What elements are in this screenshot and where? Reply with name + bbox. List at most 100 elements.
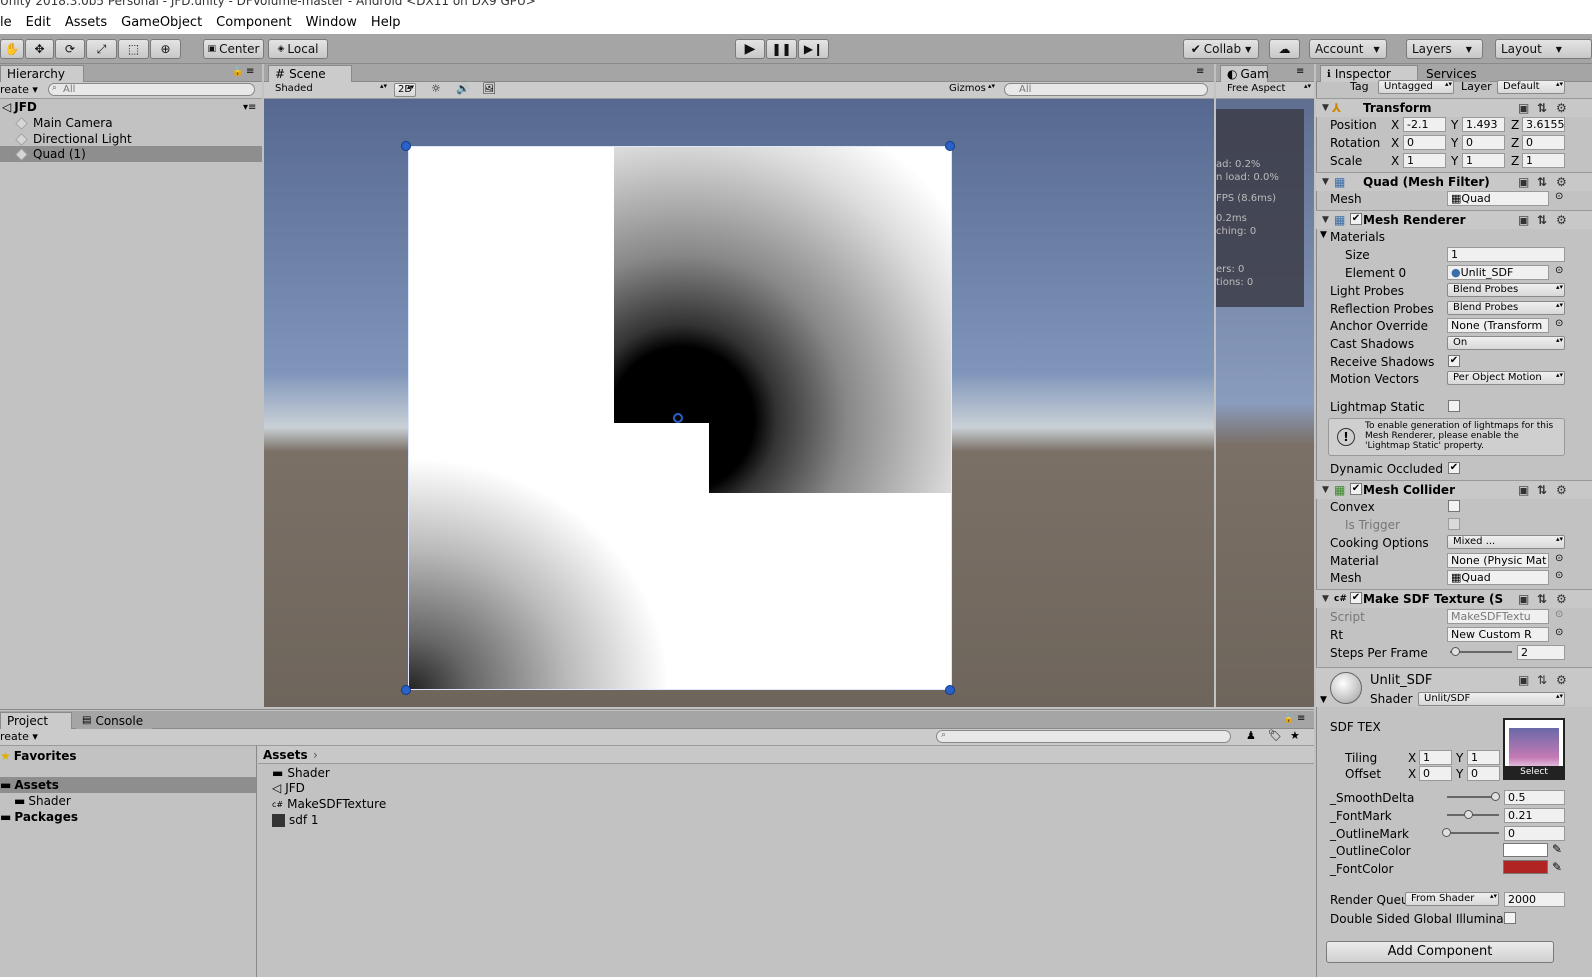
audio-icon[interactable]: 🔊 xyxy=(456,82,470,95)
object-picker-icon[interactable]: ⊙ xyxy=(1555,570,1563,581)
preset-icon[interactable]: ⇅ xyxy=(1537,175,1547,189)
gear-icon[interactable]: ⚙ xyxy=(1556,213,1567,227)
project-search[interactable] xyxy=(936,730,1231,743)
cast-shadows-dropdown[interactable]: On xyxy=(1447,336,1565,350)
object-picker-icon[interactable]: ⊙ xyxy=(1555,318,1563,329)
file-item-makesdftexture[interactable]: c# MakeSDFTexture xyxy=(272,796,472,812)
tag-dropdown[interactable]: Untagged xyxy=(1378,80,1454,94)
menu-edit[interactable]: Edit xyxy=(26,15,51,30)
help-icon[interactable]: ▣ xyxy=(1518,213,1529,227)
texture-slot[interactable]: Select xyxy=(1503,718,1565,780)
receive-shadows-checkbox[interactable]: ✔ xyxy=(1448,355,1460,367)
gear-icon[interactable]: ⚙ xyxy=(1556,101,1567,115)
rect-handle-bottom-right[interactable] xyxy=(945,685,955,695)
pause-button[interactable]: ❚❚ xyxy=(766,39,797,59)
rotation-z-field[interactable]: 0 xyxy=(1522,135,1565,150)
menu-help[interactable]: Help xyxy=(371,15,401,30)
favorites-item[interactable]: ★ Favorites xyxy=(0,748,256,764)
assets-folder-item[interactable]: ▬ Assets xyxy=(0,777,256,793)
mode-2d-toggle[interactable]: 2D xyxy=(394,83,416,97)
outline-mark-slider-track[interactable] xyxy=(1447,832,1499,834)
steps-field[interactable]: 2 xyxy=(1517,645,1565,660)
gizmos-dropdown[interactable]: Gizmos xyxy=(944,83,996,97)
tab-console[interactable]: ▤ Console xyxy=(76,712,152,729)
hierarchy-item-main-camera[interactable]: Main Camera xyxy=(0,115,262,131)
hierarchy-item-quad[interactable]: Quad (1) xyxy=(0,146,262,162)
hierarchy-search[interactable]: All xyxy=(48,83,255,96)
preset-icon[interactable]: ⇅ xyxy=(1537,673,1547,687)
file-item-jfd[interactable]: ◁ JFD xyxy=(272,780,472,796)
tab-scene[interactable]: # Scene xyxy=(268,65,352,82)
preset-icon[interactable]: ⇅ xyxy=(1537,483,1547,497)
preset-icon[interactable]: ⇅ xyxy=(1537,213,1547,227)
smooth-delta-field[interactable]: 0.5 xyxy=(1504,790,1565,805)
lock-icon[interactable]: 🔒 xyxy=(232,67,243,77)
scale-z-field[interactable]: 1 xyxy=(1522,153,1565,168)
rt-field[interactable]: New Custom R xyxy=(1447,627,1549,642)
eyedropper-icon[interactable]: ✎ xyxy=(1552,860,1562,874)
menu-icon[interactable]: ≡ xyxy=(1297,713,1305,724)
menu-file[interactable]: le xyxy=(0,15,12,30)
pivot-handle[interactable] xyxy=(673,413,683,423)
rect-handle-top-left[interactable] xyxy=(401,141,411,151)
position-z-field[interactable]: 3.6155 xyxy=(1522,117,1565,132)
menu-assets[interactable]: Assets xyxy=(65,15,107,30)
collab-dropdown[interactable]: ✔ Collab ▼ xyxy=(1183,39,1259,59)
preset-icon[interactable]: ⇅ xyxy=(1537,101,1547,115)
offset-x-field[interactable]: 0 xyxy=(1419,766,1452,781)
shader-dropdown[interactable]: Unlit/SDF xyxy=(1418,692,1565,706)
render-queue-dropdown[interactable]: From Shader xyxy=(1405,892,1499,906)
menu-window[interactable]: Window xyxy=(306,15,357,30)
meshrenderer-header[interactable]: ▼ ▦ ✔ Mesh Renderer ▣ ⇅ ⚙ xyxy=(1316,210,1592,229)
layers-dropdown[interactable]: Layers ▼ xyxy=(1406,39,1483,59)
meshrenderer-enabled-checkbox[interactable]: ✔ xyxy=(1350,213,1362,225)
rotation-y-field[interactable]: 0 xyxy=(1462,135,1505,150)
help-icon[interactable]: ▣ xyxy=(1518,483,1529,497)
step-button[interactable]: ▶❙ xyxy=(798,39,829,59)
motion-vectors-dropdown[interactable]: Per Object Motion xyxy=(1447,371,1565,385)
menu-icon[interactable]: ≡ xyxy=(1196,66,1204,77)
menu-gameobject[interactable]: GameObject xyxy=(121,15,202,30)
gear-icon[interactable]: ⚙ xyxy=(1556,175,1567,189)
menu-component[interactable]: Component xyxy=(216,15,291,30)
menu-icon[interactable]: ≡ xyxy=(1296,66,1304,77)
object-picker-icon[interactable]: ⊙ xyxy=(1555,265,1563,276)
tiling-x-field[interactable]: 1 xyxy=(1419,750,1452,765)
tiling-y-field[interactable]: 1 xyxy=(1467,750,1500,765)
dynamic-occluded-checkbox[interactable]: ✔ xyxy=(1448,462,1460,474)
aspect-dropdown[interactable]: Free Aspect xyxy=(1222,83,1312,97)
transform-tool-button[interactable]: ⊕ xyxy=(150,39,181,59)
outline-mark-slider-knob[interactable] xyxy=(1442,828,1451,837)
scene-menu-icon[interactable]: ▾≡ xyxy=(243,102,256,113)
eyedropper-icon[interactable]: ✎ xyxy=(1552,842,1562,856)
create-dropdown[interactable]: reate ▾ xyxy=(0,730,38,743)
mesh-field[interactable]: ▦Quad xyxy=(1447,191,1549,206)
meshcollider-enabled-checkbox[interactable]: ✔ xyxy=(1350,483,1362,495)
scale-x-field[interactable]: 1 xyxy=(1403,153,1446,168)
foldout-arrow-icon[interactable]: ▼ xyxy=(1320,230,1327,240)
file-item-sdf1[interactable]: sdf 1 xyxy=(272,812,472,828)
anchor-override-field[interactable]: None (Transform xyxy=(1447,318,1549,333)
object-picker-icon[interactable]: ⊙ xyxy=(1555,553,1563,564)
create-dropdown[interactable]: reate ▾ xyxy=(0,83,38,96)
breadcrumb-assets[interactable]: Assets xyxy=(263,748,308,762)
convex-checkbox[interactable] xyxy=(1448,500,1460,512)
offset-y-field[interactable]: 0 xyxy=(1467,766,1500,781)
rect-tool-button[interactable]: ⬚ xyxy=(118,39,149,59)
rotation-x-field[interactable]: 0 xyxy=(1403,135,1446,150)
outline-mark-field[interactable]: 0 xyxy=(1504,826,1565,841)
scale-tool-button[interactable]: ⤢ xyxy=(86,39,117,59)
help-icon[interactable]: ▣ xyxy=(1518,673,1529,687)
material-element-field[interactable]: ●Unlit_SDF xyxy=(1447,265,1549,280)
lighting-icon[interactable]: ☼ xyxy=(431,82,441,95)
hand-tool-button[interactable]: ✋ xyxy=(0,39,24,59)
preset-icon[interactable]: ⇅ xyxy=(1537,592,1547,606)
tab-project[interactable]: Project xyxy=(0,712,72,729)
add-component-button[interactable]: Add Component xyxy=(1326,941,1554,963)
layout-dropdown[interactable]: Layout ▼ xyxy=(1495,39,1592,59)
gear-icon[interactable]: ⚙ xyxy=(1556,673,1567,687)
pivot-center-button[interactable]: ▣ Center xyxy=(203,39,264,59)
script-enabled-checkbox[interactable]: ✔ xyxy=(1350,592,1362,604)
scene-search[interactable]: All xyxy=(1004,83,1208,96)
position-y-field[interactable]: 1.493 xyxy=(1462,117,1505,132)
